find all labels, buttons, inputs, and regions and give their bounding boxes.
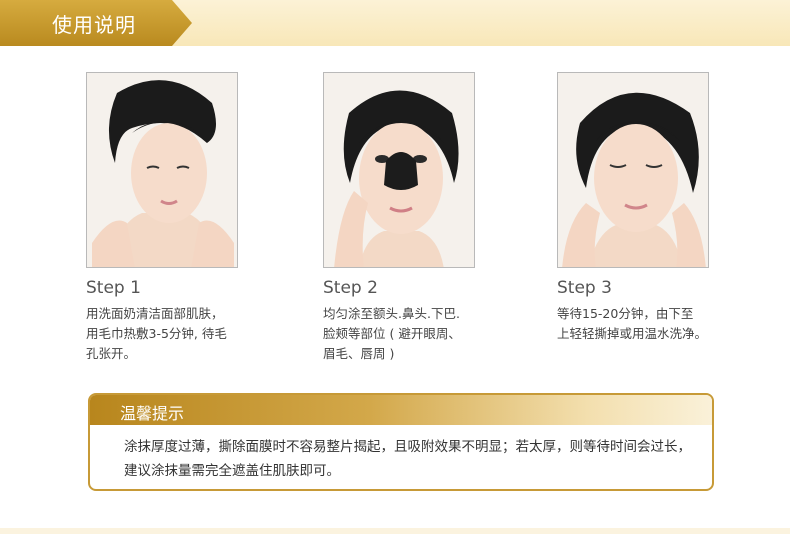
step-1-desc: 用洗面奶清洁面部肌肤， 用毛巾热敷3-5分钟, 待毛 孔张开。 xyxy=(86,306,227,361)
bottom-band xyxy=(0,528,790,534)
step-card-1: Step 1 用洗面奶清洁面部肌肤， 用毛巾热敷3-5分钟, 待毛 孔张开。 xyxy=(86,72,286,364)
step-2-photo xyxy=(323,72,475,268)
tip-title: 温馨提示 xyxy=(120,404,185,423)
tip-box: 温馨提示 涂抹厚度过薄，撕除面膜时不容易整片揭起，且吸附效果不明显；若太厚，则等… xyxy=(88,393,714,491)
tip-text: 涂抹厚度过薄，撕除面膜时不容易整片揭起，且吸附效果不明显；若太厚，则等待时间会过… xyxy=(124,439,691,479)
page-title: 使用说明 xyxy=(52,13,136,37)
step-3-title: Step 3 xyxy=(557,278,612,298)
step-1-photo xyxy=(86,72,238,268)
step-2-desc: 均匀涂至额头.鼻头.下巴. 脸颊等部位 ( 避开眼周、 眉毛、唇周 ) xyxy=(323,306,461,361)
step-2-title: Step 2 xyxy=(323,278,378,298)
step-card-3: Step 3 等待15-20分钟，由下至 上轻轻撕掉或用温水洗净。 xyxy=(557,72,757,344)
step-3-desc: 等待15-20分钟，由下至 上轻轻撕掉或用温水洗净。 xyxy=(557,306,708,341)
step-3-photo xyxy=(557,72,709,268)
step-1-title: Step 1 xyxy=(86,278,141,298)
step-card-2: Step 2 均匀涂至额头.鼻头.下巴. 脸颊等部位 ( 避开眼周、 眉毛、唇周… xyxy=(323,72,523,364)
